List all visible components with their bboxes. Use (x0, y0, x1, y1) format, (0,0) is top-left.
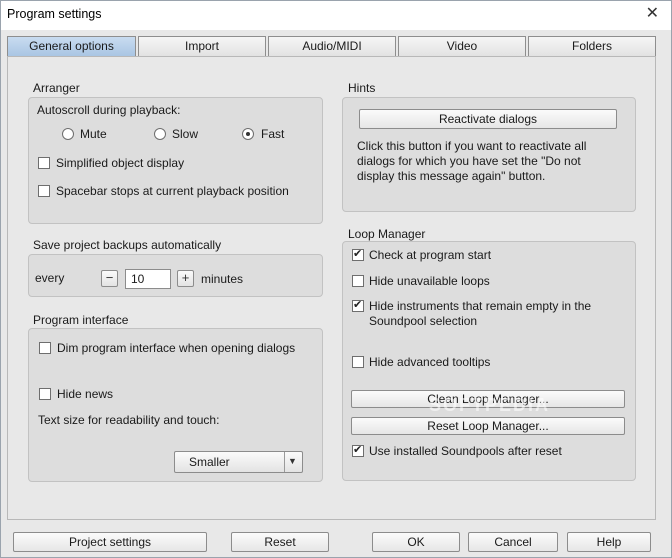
hide-instruments-label: Hide instruments that remain empty in th… (369, 299, 592, 328)
backups-heading: Save project backups automatically (33, 238, 222, 252)
tab-audio-midi[interactable]: Audio/MIDI (268, 36, 396, 56)
arranger-heading: Arranger (33, 81, 80, 95)
minutes-label: minutes (201, 272, 244, 286)
reset-button[interactable]: Reset (231, 532, 329, 552)
hide-news-label: Hide news (57, 387, 114, 401)
simplified-object-label: Simplified object display (56, 156, 185, 170)
softpedia-watermark: SOFTPEDIA (429, 395, 551, 415)
close-icon[interactable]: ✕ (646, 5, 659, 23)
radio-mute[interactable] (62, 128, 74, 140)
hints-heading: Hints (348, 81, 376, 95)
increment-button[interactable]: + (177, 270, 194, 287)
hints-description: Click this button if you want to reactiv… (357, 139, 587, 183)
backups-group (28, 254, 323, 297)
spacebar-stops-checkbox[interactable] (38, 185, 50, 197)
window-title: Program settings (7, 7, 102, 21)
ok-button[interactable]: OK (372, 532, 460, 552)
text-size-dropdown[interactable]: Smaller ▼ (174, 451, 303, 473)
chevron-down-icon: ▼ (288, 456, 297, 466)
hide-tooltips-label: Hide advanced tooltips (369, 355, 491, 369)
tab-video[interactable]: Video (398, 36, 526, 56)
tab-import[interactable]: Import (138, 36, 266, 56)
check-at-start-checkbox[interactable] (352, 247, 364, 261)
hide-instruments-checkbox[interactable] (352, 298, 364, 312)
hide-news-checkbox[interactable] (39, 388, 51, 400)
project-settings-button[interactable]: Project settings (13, 532, 207, 552)
text-size-value: Smaller (189, 455, 230, 469)
loop-manager-heading: Loop Manager (348, 227, 426, 241)
radio-fast-label: Fast (261, 127, 285, 141)
help-button[interactable]: Help (567, 532, 651, 552)
hide-unavailable-label: Hide unavailable loops (369, 274, 490, 288)
dropdown-divider (284, 452, 285, 472)
check-at-start-label: Check at program start (369, 248, 492, 262)
dim-interface-checkbox[interactable] (39, 342, 51, 354)
reactivate-dialogs-button[interactable]: Reactivate dialogs (359, 109, 617, 129)
hide-unavailable-checkbox[interactable] (352, 275, 364, 287)
radio-mute-label: Mute (80, 127, 107, 141)
dim-interface-label: Dim program interface when opening dialo… (57, 341, 296, 355)
tab-folders[interactable]: Folders (528, 36, 656, 56)
decrement-button[interactable]: − (101, 270, 118, 287)
autoscroll-label: Autoscroll during playback: (37, 103, 181, 117)
cancel-button[interactable]: Cancel (468, 532, 558, 552)
tab-general-options[interactable]: General options (7, 36, 136, 56)
program-settings-window: Program settings ✕ General options Impor… (0, 0, 672, 558)
radio-slow[interactable] (154, 128, 166, 140)
every-label: every (35, 271, 65, 285)
radio-fast[interactable] (242, 128, 254, 140)
radio-slow-label: Slow (172, 127, 199, 141)
use-installed-soundpools-label: Use installed Soundpools after reset (369, 444, 562, 458)
simplified-object-checkbox[interactable] (38, 157, 50, 169)
title-bar: Program settings ✕ (1, 1, 671, 30)
reset-loop-manager-button[interactable]: Reset Loop Manager... (351, 417, 625, 435)
use-installed-soundpools-checkbox[interactable] (352, 443, 364, 457)
hide-tooltips-checkbox[interactable] (352, 356, 364, 368)
backup-minutes-input[interactable]: 10 (125, 269, 171, 289)
spacebar-stops-label: Spacebar stops at current playback posit… (56, 184, 289, 198)
program-interface-heading: Program interface (33, 313, 129, 327)
text-size-label: Text size for readability and touch: (38, 413, 220, 427)
